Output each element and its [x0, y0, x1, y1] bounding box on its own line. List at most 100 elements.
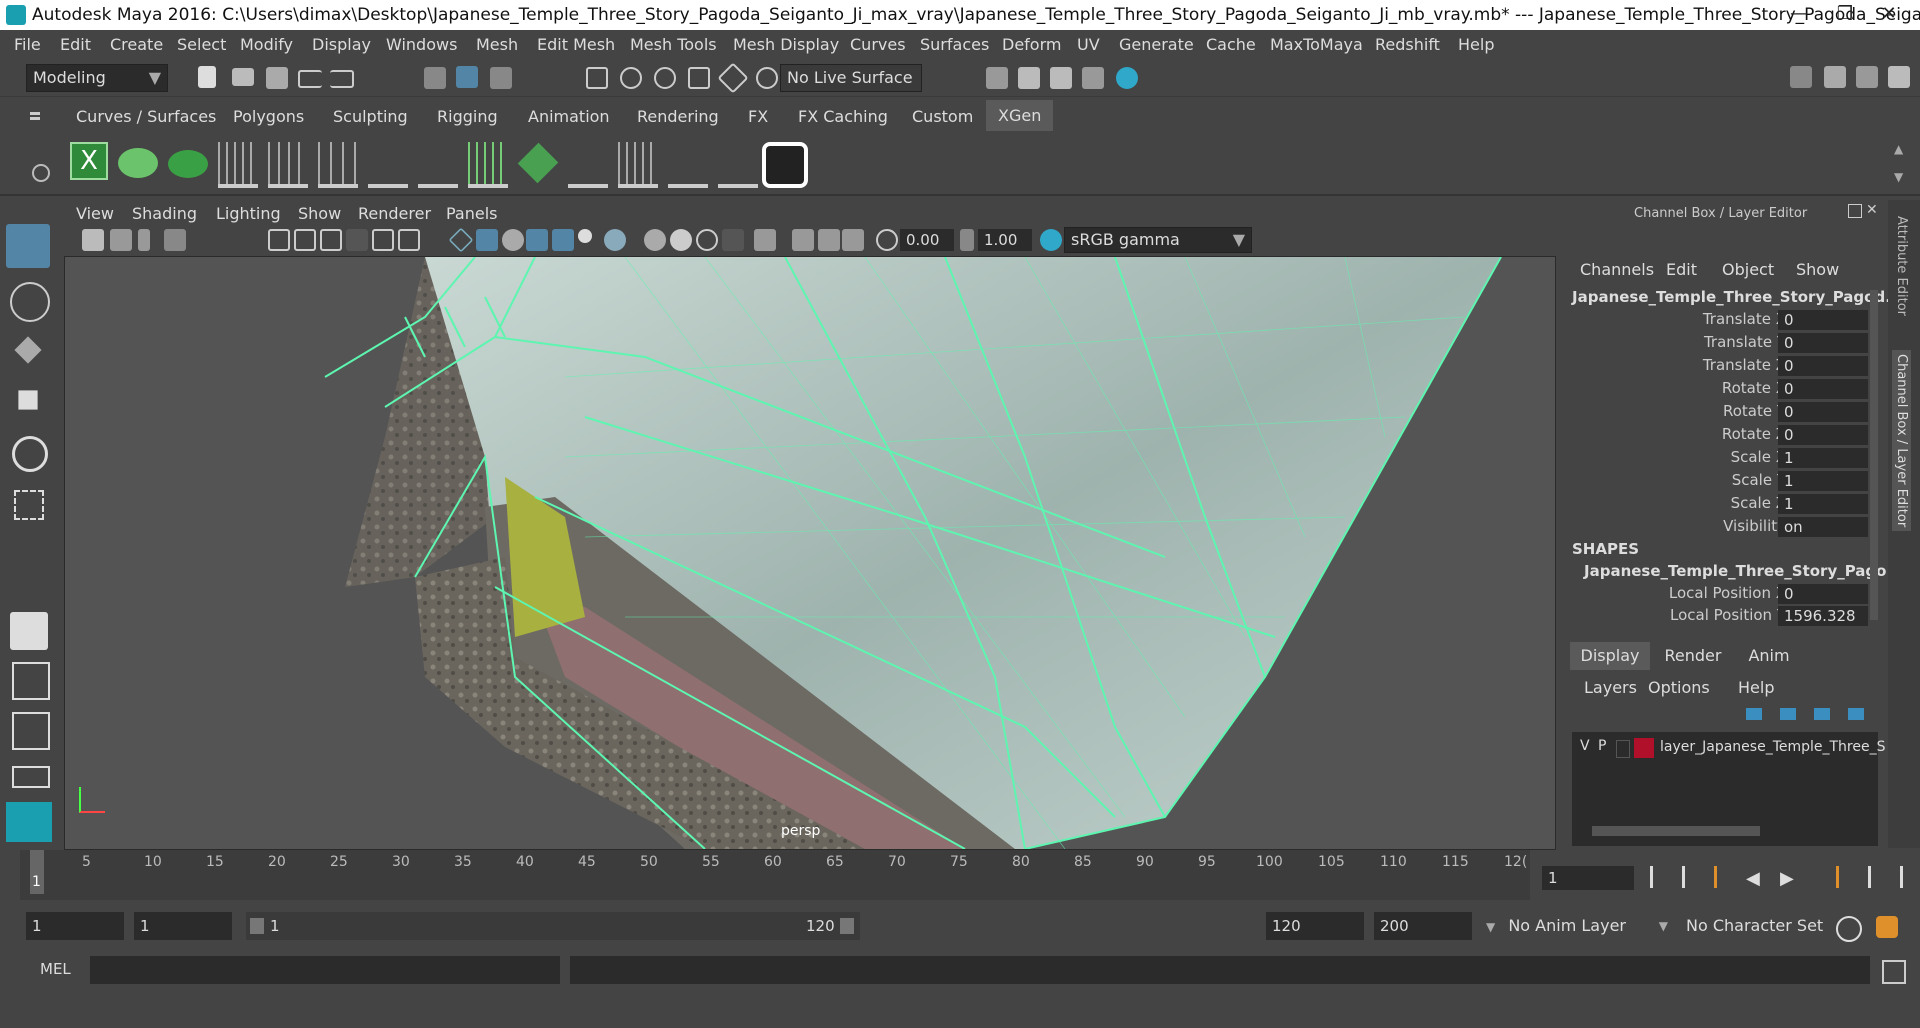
snap-grid-icon[interactable]	[586, 67, 608, 89]
menu-edit-mesh[interactable]: Edit Mesh	[537, 35, 615, 54]
playback-end-field[interactable]: 120	[1266, 912, 1364, 940]
step-back-key-icon[interactable]	[1714, 866, 1739, 888]
four-pane-icon[interactable]	[12, 662, 50, 700]
step-back-icon[interactable]	[1682, 866, 1707, 888]
xray-components-icon[interactable]	[842, 229, 864, 251]
script-editor-icon[interactable]	[1882, 960, 1906, 984]
anim-prefs-icon[interactable]	[1876, 916, 1898, 938]
xgen-fur-icon-5[interactable]	[418, 142, 458, 188]
channel-menu-object[interactable]: Object	[1722, 260, 1774, 279]
shadows-icon[interactable]	[604, 229, 626, 251]
mel-input[interactable]	[90, 956, 560, 984]
attr-value-rotate-y[interactable]: 0	[1778, 402, 1868, 422]
attr-value-scale-y[interactable]: 1	[1778, 471, 1868, 491]
play-backward-icon[interactable]: ◀	[1746, 868, 1760, 889]
render-settings-icon[interactable]	[1082, 67, 1104, 89]
snap-view-icon[interactable]	[688, 67, 710, 89]
menu-uv[interactable]: UV	[1077, 35, 1100, 54]
new-scene-icon[interactable]	[198, 66, 216, 88]
side-tab-channel-box[interactable]: Channel Box / Layer Editor	[1892, 350, 1911, 532]
attr-value-translate-z[interactable]: 0	[1778, 356, 1868, 376]
channelbox-toggle-icon[interactable]	[1888, 66, 1910, 88]
attribute-toggle-icon[interactable]	[1856, 66, 1878, 88]
layer-tab-display[interactable]: Display	[1570, 642, 1650, 670]
gate-mask-icon[interactable]	[346, 229, 368, 251]
menu-create[interactable]: Create	[110, 35, 163, 54]
render-view-icon[interactable]	[986, 67, 1008, 89]
xgen-preview-eye-icon[interactable]	[118, 148, 158, 178]
character-set-field[interactable]: No Character Set	[1680, 912, 1826, 940]
tab-rigging[interactable]: Rigging	[437, 107, 498, 126]
tab-polygons[interactable]: Polygons	[233, 107, 304, 126]
film-gate-icon[interactable]	[294, 229, 316, 251]
float-panel-icon[interactable]	[1848, 204, 1862, 218]
tab-curves-surfaces[interactable]: Curves / Surfaces	[76, 107, 216, 126]
shelf-scroll-down-icon[interactable]: ▼	[1894, 170, 1903, 184]
go-to-start-icon[interactable]	[1650, 866, 1675, 888]
undo-icon[interactable]	[298, 70, 322, 88]
motion-blur-icon[interactable]	[670, 229, 692, 251]
anti-alias-icon[interactable]	[696, 229, 718, 251]
layer-type-toggle[interactable]	[1616, 740, 1630, 758]
tab-sculpting[interactable]: Sculpting	[333, 107, 408, 126]
grid-toggle-icon[interactable]	[268, 229, 290, 251]
current-frame-field[interactable]: 1	[1542, 866, 1634, 890]
attr-value-translate-x[interactable]: 0	[1778, 310, 1868, 330]
object-name[interactable]: Japanese_Temple_Three_Story_Pagod...	[1572, 288, 1902, 306]
tab-rendering[interactable]: Rendering	[637, 107, 719, 126]
vp-menu-view[interactable]: View	[76, 204, 114, 223]
mel-label[interactable]: MEL	[40, 960, 71, 978]
snap-surface-icon[interactable]	[717, 62, 749, 94]
tab-animation[interactable]: Animation	[528, 107, 610, 126]
scale-tool-icon[interactable]	[14, 490, 44, 520]
hypershade-icon[interactable]	[1116, 67, 1138, 89]
select-tool-icon[interactable]	[6, 224, 50, 268]
snap-point-icon[interactable]	[654, 67, 676, 89]
ipr-render-icon[interactable]	[1050, 67, 1072, 89]
shelf-scroll-up-icon[interactable]: ▲	[1894, 142, 1903, 156]
attr-value-local-position-y[interactable]: 1596.328	[1778, 606, 1868, 626]
vp-menu-renderer[interactable]: Renderer	[358, 204, 431, 223]
attr-value-translate-y[interactable]: 0	[1778, 333, 1868, 353]
layer-color-swatch[interactable]	[1634, 738, 1654, 758]
menu-generate[interactable]: Generate	[1119, 35, 1194, 54]
ao-icon[interactable]	[644, 229, 666, 251]
menu-surfaces[interactable]: Surfaces	[920, 35, 989, 54]
lasso-tool-icon[interactable]	[10, 282, 50, 322]
move-layer-down-icon[interactable]	[1780, 708, 1796, 720]
wireframe-on-shaded-icon[interactable]	[526, 229, 548, 251]
playback-start-field[interactable]: 1	[134, 912, 232, 940]
save-scene-icon[interactable]	[266, 67, 288, 89]
step-forward-icon[interactable]	[1846, 866, 1871, 888]
menu-help[interactable]: Help	[1458, 35, 1494, 54]
range-slider-end-handle[interactable]	[840, 918, 854, 934]
layer-menu-help[interactable]: Help	[1738, 678, 1774, 697]
smooth-shade-icon[interactable]	[476, 229, 498, 251]
menu-modify[interactable]: Modify	[240, 35, 293, 54]
attr-value-rotate-x[interactable]: 0	[1778, 379, 1868, 399]
wireframe-icon[interactable]	[448, 227, 474, 253]
attr-value-local-position-x[interactable]: 0	[1778, 584, 1868, 604]
menu-cache[interactable]: Cache	[1206, 35, 1256, 54]
auto-key-icon[interactable]	[1836, 916, 1862, 942]
step-forward-key-icon[interactable]	[1814, 866, 1839, 888]
rotate-tool-icon[interactable]	[12, 436, 48, 472]
menu-mesh-tools[interactable]: Mesh Tools	[630, 35, 717, 54]
shelf-settings-icon[interactable]	[32, 164, 50, 182]
menu-windows[interactable]: Windows	[386, 35, 457, 54]
shape-name[interactable]: Japanese_Temple_Three_Story_Pago...	[1584, 562, 1904, 580]
safe-action-icon[interactable]	[398, 229, 420, 251]
channel-menu-show[interactable]: Show	[1796, 260, 1839, 279]
exposure-value[interactable]: 0.00	[900, 229, 954, 251]
workspace-icon[interactable]	[1790, 66, 1812, 88]
range-start-field[interactable]: 1	[26, 912, 124, 940]
xgen-fur-icon-10[interactable]	[718, 142, 758, 188]
depth-of-field-icon[interactable]	[722, 229, 744, 251]
gamma-value[interactable]: 1.00	[978, 229, 1032, 251]
menu-deform[interactable]: Deform	[1002, 35, 1061, 54]
hexagon-cube-icon[interactable]	[762, 142, 808, 188]
new-layer-selected-icon[interactable]	[1848, 708, 1864, 720]
field-chart-icon[interactable]	[372, 229, 394, 251]
xgen-editor-icon[interactable]: X	[70, 142, 108, 180]
minimize-button[interactable]: —	[1776, 0, 1822, 28]
